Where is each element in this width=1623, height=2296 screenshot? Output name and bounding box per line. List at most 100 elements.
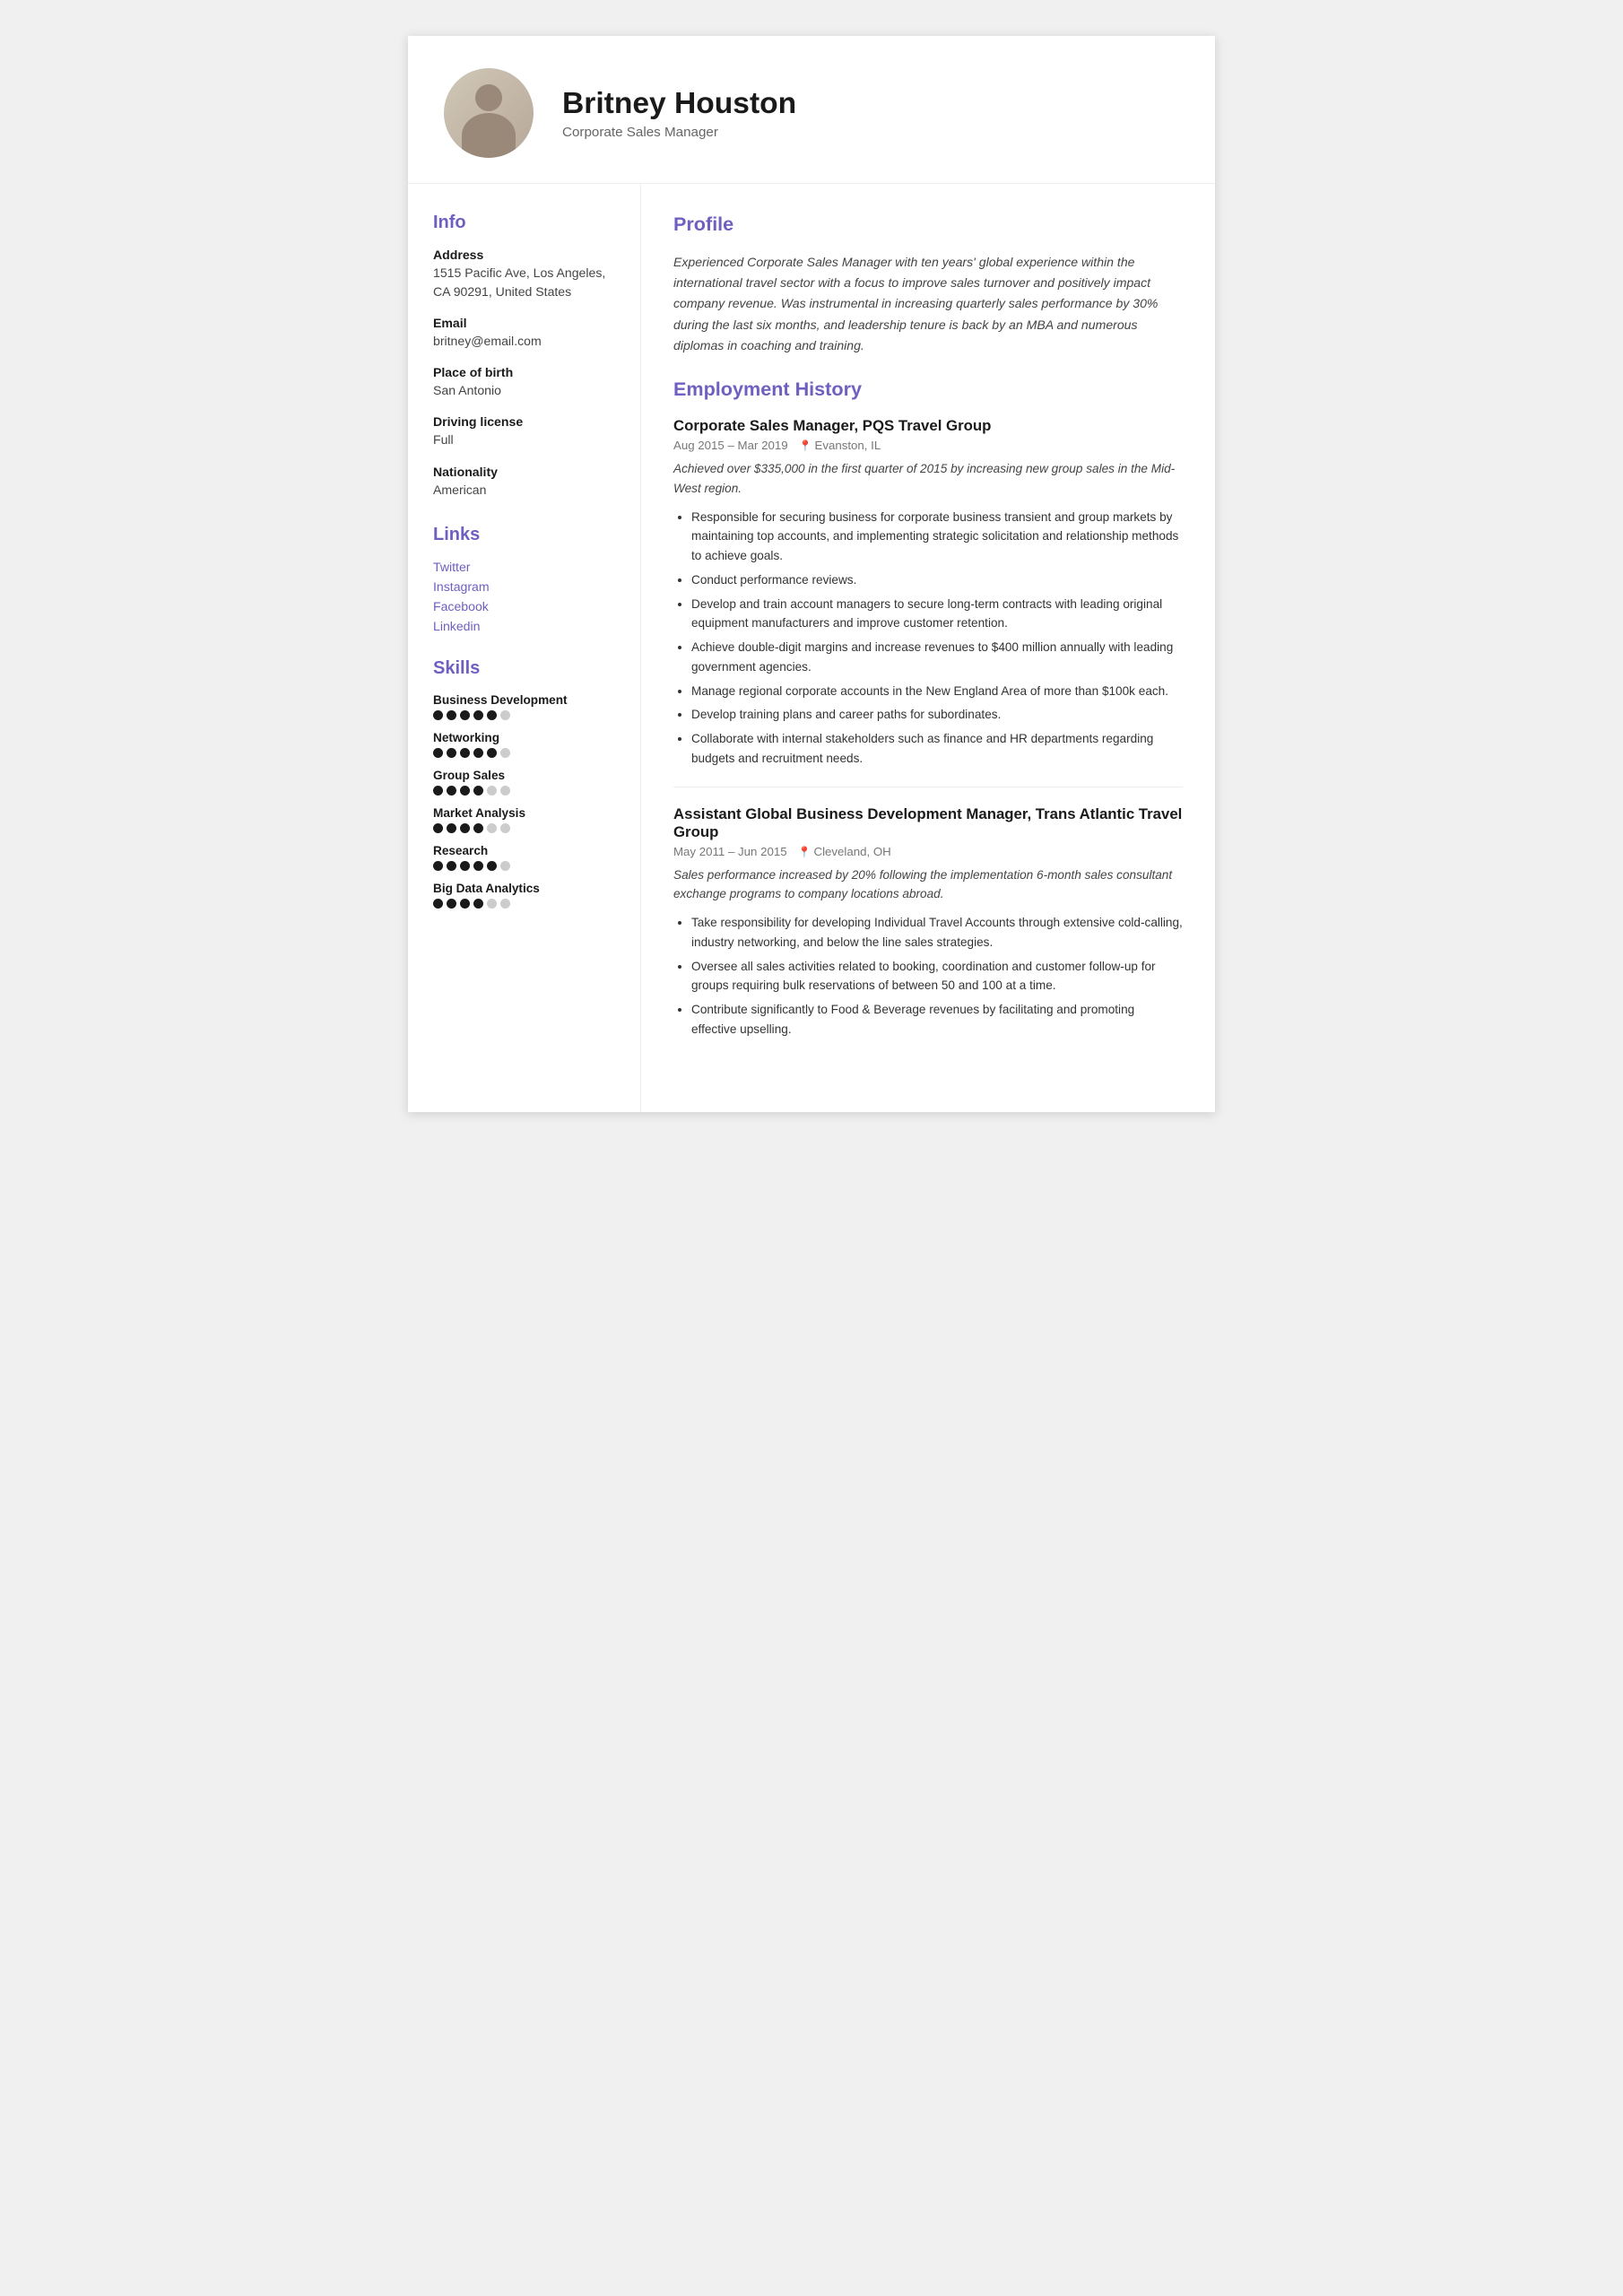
skill-dot-5-5 xyxy=(500,899,510,909)
skill-name-3: Market Analysis xyxy=(433,806,615,820)
skill-dot-4-3 xyxy=(473,861,483,871)
skill-item-5: Big Data Analytics xyxy=(433,882,615,909)
skill-dot-1-4 xyxy=(487,748,497,758)
skill-dot-3-0 xyxy=(433,823,443,833)
place-of-birth-value: San Antonio xyxy=(433,381,615,400)
skill-dots-5 xyxy=(433,899,615,909)
job-item-0: Corporate Sales Manager, PQS Travel Grou… xyxy=(673,417,1183,787)
skill-item-3: Market Analysis xyxy=(433,806,615,833)
info-section-title: Info xyxy=(433,213,615,233)
body: Info Address 1515 Pacific Ave, Los Angel… xyxy=(408,184,1215,1112)
job-bullet-0-3: Achieve double-digit margins and increas… xyxy=(691,638,1183,677)
link-twitter[interactable]: Twitter xyxy=(433,560,615,574)
avatar-image xyxy=(444,68,534,158)
skill-dot-1-5 xyxy=(500,748,510,758)
main-content: Profile Experienced Corporate Sales Mana… xyxy=(641,184,1215,1112)
job-title-1: Assistant Global Business Development Ma… xyxy=(673,805,1183,841)
skill-name-2: Group Sales xyxy=(433,769,615,782)
skill-dot-4-1 xyxy=(447,861,456,871)
job-meta-1: May 2011 – Jun 2015 Cleveland, OH xyxy=(673,845,1183,858)
job-bullet-0-1: Conduct performance reviews. xyxy=(691,570,1183,590)
nationality-value: American xyxy=(433,481,615,500)
skill-dot-4-5 xyxy=(500,861,510,871)
skill-dot-4-2 xyxy=(460,861,470,871)
skill-dots-3 xyxy=(433,823,615,833)
skill-dots-2 xyxy=(433,786,615,796)
skill-dot-2-4 xyxy=(487,786,497,796)
skill-name-1: Networking xyxy=(433,731,615,744)
job-bullets-0: Responsible for securing business for co… xyxy=(673,508,1183,769)
skill-dot-2-2 xyxy=(460,786,470,796)
job-bullet-1-2: Contribute significantly to Food & Bever… xyxy=(691,1000,1183,1039)
skill-dot-0-1 xyxy=(447,710,456,720)
skill-dot-1-2 xyxy=(460,748,470,758)
job-bullet-0-0: Responsible for securing business for co… xyxy=(691,508,1183,566)
skill-item-1: Networking xyxy=(433,731,615,758)
link-facebook[interactable]: Facebook xyxy=(433,599,615,613)
place-of-birth-label: Place of birth xyxy=(433,365,615,379)
skill-dot-2-5 xyxy=(500,786,510,796)
job-bullet-0-4: Manage regional corporate accounts in th… xyxy=(691,682,1183,701)
header: Britney Houston Corporate Sales Manager xyxy=(408,36,1215,184)
skill-dot-2-3 xyxy=(473,786,483,796)
skill-dots-0 xyxy=(433,710,615,720)
skill-name-5: Big Data Analytics xyxy=(433,882,615,895)
address-value: 1515 Pacific Ave, Los Angeles, CA 90291,… xyxy=(433,264,615,301)
skills-list: Business Development Networking Group Sale… xyxy=(433,693,615,909)
skill-dots-1 xyxy=(433,748,615,758)
job-bullet-0-6: Collaborate with internal stakeholders s… xyxy=(691,729,1183,769)
job-item-1: Assistant Global Business Development Ma… xyxy=(673,805,1183,1039)
skill-dot-3-2 xyxy=(460,823,470,833)
job-title-0: Corporate Sales Manager, PQS Travel Grou… xyxy=(673,417,1183,435)
skill-dot-3-3 xyxy=(473,823,483,833)
skill-dot-5-1 xyxy=(447,899,456,909)
driving-license-label: Driving license xyxy=(433,414,615,429)
job-location-0: Evanston, IL xyxy=(799,439,881,452)
candidate-job-title: Corporate Sales Manager xyxy=(562,125,796,140)
skill-dot-1-1 xyxy=(447,748,456,758)
employment-section-title: Employment History xyxy=(673,378,1183,401)
jobs-list: Corporate Sales Manager, PQS Travel Grou… xyxy=(673,417,1183,1039)
skill-dot-0-5 xyxy=(500,710,510,720)
job-date-0: Aug 2015 – Mar 2019 xyxy=(673,439,788,452)
skill-dot-2-0 xyxy=(433,786,443,796)
link-instagram[interactable]: Instagram xyxy=(433,579,615,594)
skill-dot-5-2 xyxy=(460,899,470,909)
email-value: britney@email.com xyxy=(433,332,615,351)
profile-section-title: Profile xyxy=(673,213,1183,236)
skill-item-2: Group Sales xyxy=(433,769,615,796)
skill-dot-0-0 xyxy=(433,710,443,720)
job-bullet-0-2: Develop and train account managers to se… xyxy=(691,595,1183,634)
skills-section-title: Skills xyxy=(433,658,615,679)
skill-dot-3-4 xyxy=(487,823,497,833)
job-date-1: May 2011 – Jun 2015 xyxy=(673,845,787,858)
job-summary-0: Achieved over $335,000 in the first quar… xyxy=(673,459,1183,499)
job-bullet-1-0: Take responsibility for developing Indiv… xyxy=(691,913,1183,952)
skill-dot-4-0 xyxy=(433,861,443,871)
header-info: Britney Houston Corporate Sales Manager xyxy=(562,87,796,140)
driving-license-value: Full xyxy=(433,430,615,449)
skill-item-4: Research xyxy=(433,844,615,871)
job-bullet-0-5: Develop training plans and career paths … xyxy=(691,705,1183,725)
skill-dot-3-5 xyxy=(500,823,510,833)
sidebar: Info Address 1515 Pacific Ave, Los Angel… xyxy=(408,184,641,1112)
link-linkedin[interactable]: Linkedin xyxy=(433,619,615,633)
skill-dot-1-3 xyxy=(473,748,483,758)
nationality-label: Nationality xyxy=(433,465,615,479)
skill-dot-3-1 xyxy=(447,823,456,833)
skill-item-0: Business Development xyxy=(433,693,615,720)
skill-dot-0-2 xyxy=(460,710,470,720)
skill-dot-2-1 xyxy=(447,786,456,796)
job-location-1: Cleveland, OH xyxy=(798,845,891,858)
skill-dot-4-4 xyxy=(487,861,497,871)
skill-dot-5-4 xyxy=(487,899,497,909)
skill-dot-5-0 xyxy=(433,899,443,909)
address-label: Address xyxy=(433,248,615,262)
skill-dot-0-4 xyxy=(487,710,497,720)
job-summary-1: Sales performance increased by 20% follo… xyxy=(673,865,1183,905)
skill-name-4: Research xyxy=(433,844,615,857)
links-section-title: Links xyxy=(433,525,615,545)
skill-dots-4 xyxy=(433,861,615,871)
avatar xyxy=(444,68,534,158)
skill-dot-5-3 xyxy=(473,899,483,909)
